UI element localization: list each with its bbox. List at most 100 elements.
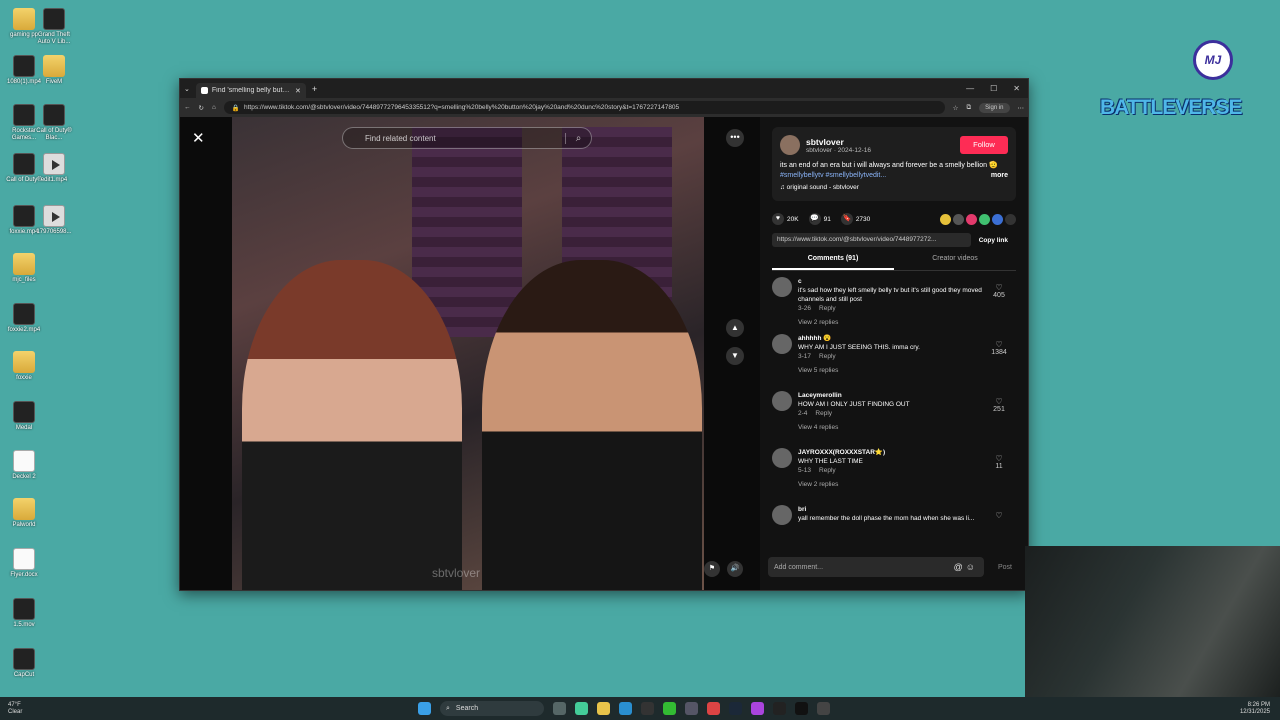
task-view-icon[interactable] [553,702,566,715]
desktop-icon[interactable]: edit1.mp4 [34,153,74,184]
comment-user[interactable]: bri [798,505,982,514]
comment-input[interactable]: Add comment... @☺ [768,557,984,577]
new-tab-icon[interactable]: + [312,84,317,94]
xbox-icon[interactable] [641,702,654,715]
taskbar-search[interactable]: ⌕ Search [440,701,544,716]
comment-avatar[interactable] [772,391,792,411]
start-icon[interactable] [418,702,431,715]
refresh-icon[interactable]: ↻ [199,104,204,112]
description-tags[interactable]: #smellybellytv #smellybellytvedit... [780,172,886,179]
video-player[interactable]: sbtvlover [232,117,704,590]
comment-avatar[interactable] [772,448,792,468]
reply-button[interactable]: Reply [819,467,836,474]
weather-widget[interactable]: 47°F Clear [8,702,22,716]
comment-avatar[interactable] [772,505,792,525]
previous-video-icon[interactable]: ▲ [726,319,744,337]
whatsapp-icon[interactable] [979,213,990,225]
desktop-icon[interactable]: mjc_files [4,253,44,284]
edge-icon[interactable] [619,702,632,715]
favorite-icon[interactable]: ☆ [953,104,959,112]
emoji-icon[interactable]: ☺ [966,562,978,572]
tab-close-icon[interactable]: ✕ [295,87,301,95]
view-replies-link[interactable]: View 2 replies [798,318,982,327]
author-avatar[interactable] [780,135,800,155]
comment-action[interactable]: 💬 91 [808,213,831,225]
mention-icon[interactable]: @ [954,562,966,572]
close-video-icon[interactable]: ✕ [192,129,205,147]
comment-user[interactable]: c [798,277,982,286]
minimize-icon[interactable]: — [966,84,974,93]
comment-like[interactable]: ♡ 251 [986,397,1012,413]
reply-button[interactable]: Reply [819,305,836,312]
browser-tab[interactable]: Find 'smelling belly button ju... ✕ [195,83,306,98]
chrome-icon[interactable] [707,702,720,715]
desktop-icon[interactable]: 1.5.mov [4,598,44,629]
app-dark-icon[interactable] [773,702,786,715]
volume-icon[interactable]: 🔊 [727,561,743,577]
comment-user[interactable]: ahhhhh 😮 [798,334,982,343]
more-options-icon[interactable]: ••• [726,129,744,147]
app-green-icon[interactable] [663,702,676,715]
steam-icon[interactable] [729,702,742,715]
author-name[interactable]: sbtvlover [806,137,871,147]
close-window-icon[interactable]: ✕ [1013,84,1020,93]
sound-link[interactable]: ♫ original sound - sbtvlover [780,184,1008,191]
desktop-icon[interactable]: 179706598... [34,205,74,236]
comment-like[interactable]: ♡ 1384 [986,340,1012,356]
save-action[interactable]: 🔖 2730 [840,213,870,225]
desktop-icon[interactable]: Grand Theft Auto V Lib... [34,8,74,46]
desktop-icon[interactable]: foxxie2.mp4 [4,303,44,334]
store-icon[interactable] [685,702,698,715]
share-arrow-icon[interactable] [1005,213,1016,225]
view-replies-link[interactable]: View 2 replies [798,480,982,489]
comment-user[interactable]: JAYROXXX(ROXXXSTAR⭐) [798,448,982,457]
back-icon[interactable]: ← [184,104,191,111]
desktop-icon[interactable]: Palworld [4,498,44,529]
capcut-icon[interactable] [795,702,808,715]
comment-like[interactable]: ♡ 11 [986,454,1012,470]
like-action[interactable]: ♥ 20K [772,213,799,225]
tab-comments[interactable]: Comments (91) [772,255,894,270]
follow-button[interactable]: Follow [960,136,1008,154]
copy-link-button[interactable]: Copy link [971,237,1016,244]
report-icon[interactable]: ⚑ [704,561,720,577]
search-icon[interactable]: ⌕ [565,132,591,144]
related-search[interactable]: Find related content ⌕ [342,127,592,149]
comment-avatar[interactable] [772,334,792,354]
friends-icon[interactable] [966,213,977,225]
comment-user[interactable]: Laceymerollin [798,391,982,400]
post-comment-button[interactable]: Post [990,564,1020,571]
maximize-icon[interactable]: ☐ [990,84,997,93]
reply-button[interactable]: Reply [815,410,832,417]
reply-button[interactable]: Reply [819,353,836,360]
embed-icon[interactable] [953,213,964,225]
desktop-icon[interactable]: Call of Duty® Blac... [34,104,74,142]
repost-icon[interactable] [940,213,951,225]
copilot-icon[interactable] [575,702,588,715]
app-gray-icon[interactable] [817,702,830,715]
sign-in-button[interactable]: Sign in [979,102,1010,113]
system-tray[interactable]: 8:26 PM 12/31/2025 [1240,702,1270,716]
facebook-icon[interactable] [992,213,1003,225]
tab-list-icon[interactable]: ⌄ [184,85,190,93]
more-link[interactable]: more [991,171,1008,181]
comment-like[interactable]: ♡ 405 [986,283,1012,299]
desktop-icon[interactable]: Deckel 2 [4,450,44,481]
app-purple-icon[interactable] [751,702,764,715]
home-icon[interactable]: ⌂ [212,104,216,111]
comment-like[interactable]: ♡ [986,511,1012,520]
desktop-icon[interactable]: CapCut [4,648,44,679]
view-replies-link[interactable]: View 5 replies [798,366,982,375]
menu-icon[interactable]: ⋯ [1018,104,1025,112]
view-replies-link[interactable]: View 4 replies [798,423,982,432]
desktop-icon[interactable]: foxxie [4,351,44,382]
desktop-icon[interactable]: FiveM [34,55,74,86]
desktop-icon[interactable]: Medal [4,401,44,432]
url-field[interactable]: 🔒 https://www.tiktok.com/@sbtvlover/vide… [223,101,945,114]
desktop-icon[interactable]: Flyer.docx [4,548,44,579]
extensions-icon[interactable]: ⧉ [966,104,971,112]
comment-avatar[interactable] [772,277,792,297]
tab-creator-videos[interactable]: Creator videos [894,255,1016,270]
next-video-icon[interactable]: ▼ [726,347,744,365]
explorer-icon[interactable] [597,702,610,715]
